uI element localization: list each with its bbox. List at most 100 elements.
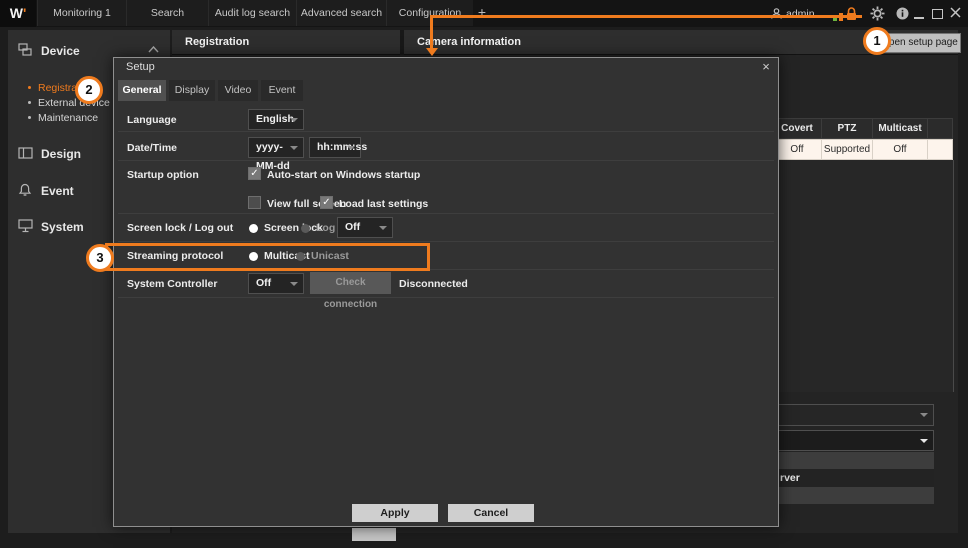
bullet-icon <box>28 86 31 89</box>
gear-icon[interactable] <box>870 6 885 21</box>
tab-audit-log-search[interactable]: Audit log search <box>208 0 297 26</box>
fullscreen-checkbox[interactable] <box>248 196 261 209</box>
dialog-tab-video[interactable]: Video <box>218 80 258 101</box>
date-format-dropdown[interactable]: yyyy-MM-dd <box>248 137 304 158</box>
table-cell-covert: Off <box>773 139 822 160</box>
bullet-icon <box>28 116 31 119</box>
logo-letter: W <box>10 5 23 21</box>
sidebar-item-maintenance[interactable]: Maintenance <box>28 112 98 124</box>
callout-arrow-down-icon <box>426 48 438 56</box>
username-label: admin <box>786 8 815 20</box>
w-logo: W' <box>0 0 36 27</box>
autostart-checkbox[interactable]: ✓ <box>248 167 261 180</box>
chevron-down-icon <box>347 146 355 150</box>
screen-lock-timeout-value: Off <box>345 221 360 233</box>
table-header-ptz: PTZ <box>822 118 873 139</box>
divider <box>118 297 774 298</box>
dialog-title: Setup <box>126 61 155 73</box>
tab-search[interactable]: Search <box>126 0 209 26</box>
date-format-value: yyyy-MM-dd <box>256 141 290 172</box>
info-icon[interactable] <box>896 7 909 20</box>
loadlast-checkbox[interactable]: ✓ <box>320 196 333 209</box>
lock-icon[interactable] <box>845 7 858 21</box>
screen-lock-option[interactable]: Screen lock <box>264 222 323 234</box>
callout-step-2: 2 <box>75 76 103 104</box>
divider <box>118 213 774 214</box>
screen-lock-radio[interactable] <box>249 224 258 233</box>
apply-button[interactable]: Apply <box>352 504 438 522</box>
screen-lock-timeout-dropdown[interactable]: Off <box>337 217 393 238</box>
check-connection-button[interactable]: Check connection <box>310 272 391 294</box>
loadlast-label: Load last settings <box>339 198 428 210</box>
startup-option-label: Startup option <box>127 169 199 181</box>
list-item[interactable] <box>772 487 934 504</box>
table-cell-filler <box>928 139 953 160</box>
table-cell-multicast: Off <box>873 139 928 160</box>
list-item-server[interactable]: rver <box>772 469 934 487</box>
logo-tick: ' <box>23 5 26 21</box>
background-dropdown-2[interactable] <box>772 430 934 451</box>
background-dropdown-1[interactable] <box>772 404 934 426</box>
design-icon <box>18 147 33 159</box>
person-icon <box>770 7 783 20</box>
callout-line-horizontal <box>430 15 862 18</box>
time-format-value: hh:mm:ss <box>317 141 367 153</box>
chevron-down-icon <box>920 413 928 417</box>
fullscreen-label: View full screen <box>267 198 346 210</box>
dialog-tab-event[interactable]: Event <box>261 80 303 101</box>
system-controller-dropdown[interactable]: Off <box>248 273 304 294</box>
list-item[interactable] <box>772 452 934 469</box>
close-icon[interactable] <box>949 6 962 19</box>
minimize-icon[interactable] <box>914 17 924 19</box>
language-dropdown[interactable]: English <box>248 109 304 130</box>
tab-advanced-search[interactable]: Advanced search <box>296 0 387 26</box>
callout-step-1: 1 <box>863 27 891 55</box>
divider <box>118 241 774 242</box>
registration-panel-header: Registration <box>172 30 400 55</box>
time-format-dropdown[interactable]: hh:mm:ss <box>309 137 361 158</box>
table-header-multicast: Multicast <box>873 118 928 139</box>
sidebar-item-label: Maintenance <box>38 112 98 124</box>
dialog-close-icon[interactable]: × <box>758 59 774 75</box>
system-icon <box>18 219 33 233</box>
sidebar-item-device[interactable]: Device <box>41 44 80 58</box>
divider <box>118 160 774 161</box>
bullet-icon <box>28 101 31 104</box>
event-icon <box>18 183 32 197</box>
table-body[interactable] <box>773 160 954 392</box>
chevron-down-icon <box>379 226 387 230</box>
chevron-down-icon <box>920 439 928 443</box>
cancel-button[interactable]: Cancel <box>448 504 534 522</box>
table-header-covert: Covert <box>773 118 822 139</box>
system-controller-value: Off <box>256 277 271 289</box>
datetime-label: Date/Time <box>127 142 177 154</box>
divider <box>118 131 774 132</box>
streaming-protocol-highlight-box <box>105 243 430 271</box>
maximize-icon[interactable] <box>932 9 943 19</box>
log-out-radio[interactable] <box>301 224 310 233</box>
chevron-down-icon <box>290 146 298 150</box>
system-controller-label: System Controller <box>127 278 217 290</box>
callout-step-3: 3 <box>86 244 114 272</box>
sidebar-item-event[interactable]: Event <box>41 184 74 198</box>
screen-lock-label: Screen lock / Log out <box>127 222 233 234</box>
chevron-down-icon <box>290 118 298 122</box>
sidebar-item-system[interactable]: System <box>41 220 84 234</box>
callout-line-vertical <box>430 15 433 48</box>
dialog-tab-display[interactable]: Display <box>169 80 215 101</box>
chevron-up-icon[interactable] <box>148 46 159 53</box>
autostart-label: Auto-start on Windows startup <box>267 169 420 181</box>
add-tab-button[interactable]: + <box>473 0 491 26</box>
check-icon: ✓ <box>322 197 330 208</box>
sidebar-item-design[interactable]: Design <box>41 147 81 161</box>
table-header-filler <box>928 118 953 139</box>
setup-dialog <box>113 57 779 527</box>
tab-monitoring[interactable]: Monitoring 1 <box>37 0 127 26</box>
chevron-down-icon <box>290 282 298 286</box>
dialog-tab-general[interactable]: General <box>118 80 166 101</box>
check-icon: ✓ <box>250 168 258 179</box>
hidden-button-partial[interactable] <box>352 528 396 541</box>
language-value: English <box>256 113 294 125</box>
table-cell-ptz: Supported <box>822 139 873 160</box>
language-label: Language <box>127 114 177 126</box>
